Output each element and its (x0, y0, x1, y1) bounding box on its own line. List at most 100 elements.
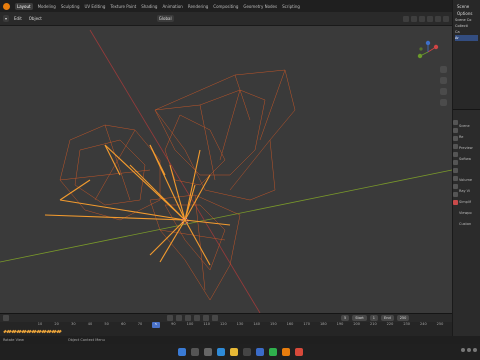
viewport-scene (0, 29, 452, 313)
timeline-tick: 220 (386, 322, 394, 326)
xray-icon[interactable] (411, 15, 417, 22)
timeline-tick: 150 (269, 322, 277, 326)
3d-viewport[interactable] (0, 26, 452, 313)
props-simplify-section[interactable]: Simplif (459, 196, 480, 207)
upper-wing (154, 69, 296, 201)
modifier-tab-icon[interactable] (453, 176, 458, 181)
timeline[interactable]: 1020304050607080901001101201301401501601… (0, 322, 452, 336)
zoom-icon[interactable] (440, 66, 447, 73)
end-frame-label[interactable]: End (381, 315, 394, 321)
object-tab-icon[interactable] (453, 168, 458, 173)
playhead[interactable]: 5 (152, 322, 160, 328)
texture-tab-icon[interactable] (453, 200, 458, 205)
chrome-icon[interactable] (294, 348, 303, 356)
prev-keyframe-icon[interactable] (176, 315, 182, 321)
wifi-icon[interactable] (461, 348, 465, 352)
physics-tab-icon[interactable] (453, 192, 458, 197)
battery-icon[interactable] (473, 348, 477, 352)
edge-icon[interactable] (216, 348, 225, 356)
camera-view-icon[interactable] (440, 88, 447, 95)
keyframe-marker[interactable] (58, 329, 62, 334)
particles-tab-icon[interactable] (453, 184, 458, 189)
props-custom-section[interactable]: Custon (459, 218, 480, 229)
timeline-tick: 100 (186, 322, 194, 326)
timeline-tick: 90 (171, 322, 176, 326)
mail-icon[interactable] (255, 348, 264, 356)
tab-texture-paint[interactable]: Texture Paint (110, 4, 136, 9)
wireframe-shading-icon[interactable] (419, 15, 425, 22)
view-layer-tab-icon[interactable] (453, 144, 458, 149)
props-volume-section[interactable]: Volume (459, 174, 480, 185)
bone (129, 164, 186, 221)
tab-geometry-nodes[interactable]: Geometry Nodes (243, 4, 277, 9)
timeline-tick: 160 (286, 322, 294, 326)
props-preview-section[interactable]: Preview (459, 142, 480, 153)
next-keyframe-icon[interactable] (203, 315, 209, 321)
tab-layout[interactable]: Layout (15, 2, 33, 10)
start-frame-field[interactable]: 1 (369, 315, 379, 321)
bone (184, 219, 231, 226)
timeline-tick: 140 (253, 322, 260, 326)
tab-shading[interactable]: Shading (141, 4, 157, 9)
tab-uv-editing[interactable]: UV Editing (85, 4, 106, 9)
world-tab-icon[interactable] (453, 160, 458, 165)
props-viewport-section[interactable]: Viewpo (459, 207, 480, 218)
tab-animation[interactable]: Animation (162, 4, 182, 9)
tab-modeling[interactable]: Modeling (38, 4, 56, 9)
keyframe-row[interactable] (0, 329, 452, 335)
timeline-tick: 170 (303, 322, 310, 326)
viewport-shading-buttons (403, 15, 449, 22)
start-frame-label[interactable]: Start (352, 315, 367, 321)
jump-start-icon[interactable] (167, 315, 173, 321)
options-dropdown[interactable]: Options (455, 10, 478, 17)
spotify-icon[interactable] (268, 348, 277, 356)
props-ray-visibility-section[interactable]: Ray Vi (459, 185, 480, 196)
props-scene-label: Scene (459, 123, 470, 128)
taskview-icon[interactable] (203, 348, 212, 356)
timeline-tick: 50 (104, 322, 109, 326)
play-reverse-icon[interactable] (185, 315, 191, 321)
end-frame-field[interactable]: 250 (396, 315, 410, 321)
tab-rendering[interactable]: Rendering (188, 4, 208, 9)
props-render-engine[interactable]: Re (459, 131, 480, 142)
start-icon[interactable] (177, 348, 186, 356)
orientation-dropdown[interactable]: Global (156, 15, 174, 22)
render-tab-icon[interactable] (453, 128, 458, 133)
tab-compositing[interactable]: Compositing (213, 4, 238, 9)
tool-tab-icon[interactable] (453, 120, 458, 125)
timeline-editor-icon[interactable] (3, 315, 9, 321)
blender-icon[interactable] (281, 348, 290, 356)
pan-hand-icon[interactable] (440, 77, 447, 84)
solid-shading-icon[interactable] (427, 15, 433, 22)
scene-tab-icon[interactable] (453, 152, 458, 157)
bone (44, 214, 186, 221)
outliner-item-armature[interactable]: Ar (455, 35, 478, 41)
navigation-gizmo[interactable] (417, 40, 439, 59)
props-software-section[interactable]: Softwa (459, 153, 480, 164)
store-icon[interactable] (242, 348, 251, 356)
overlay-icon[interactable] (403, 15, 409, 22)
tab-sculpting[interactable]: Sculpting (61, 4, 80, 9)
timeline-tick: 250 (436, 322, 444, 326)
rendered-shading-icon[interactable] (443, 15, 449, 22)
current-frame-field[interactable]: 5 (341, 315, 350, 321)
output-tab-icon[interactable] (453, 136, 458, 141)
system-tray (461, 348, 477, 352)
perspective-toggle-icon[interactable] (440, 99, 447, 106)
scene-selector[interactable]: Scene (455, 3, 478, 10)
jump-end-icon[interactable] (212, 315, 218, 321)
edit-menu[interactable]: Edit (12, 15, 24, 22)
explorer-icon[interactable] (229, 348, 238, 356)
timeline-tick: 60 (121, 322, 126, 326)
timeline-ruler[interactable]: 1020304050607080901001101201301401501601… (0, 322, 452, 328)
volume-icon[interactable] (467, 348, 471, 352)
tab-scripting[interactable]: Scripting (282, 4, 300, 9)
object-menu[interactable]: Object (27, 15, 44, 22)
properties-panel: Scene Re Preview Softwa Volume Ray Vi Si… (459, 120, 480, 229)
play-icon[interactable] (194, 315, 200, 321)
search-icon[interactable] (190, 348, 199, 356)
blender-logo[interactable] (3, 2, 10, 10)
material-shading-icon[interactable] (435, 15, 441, 22)
editor-type-button[interactable]: ▾ (3, 15, 10, 22)
timeline-tick: 40 (87, 322, 93, 326)
